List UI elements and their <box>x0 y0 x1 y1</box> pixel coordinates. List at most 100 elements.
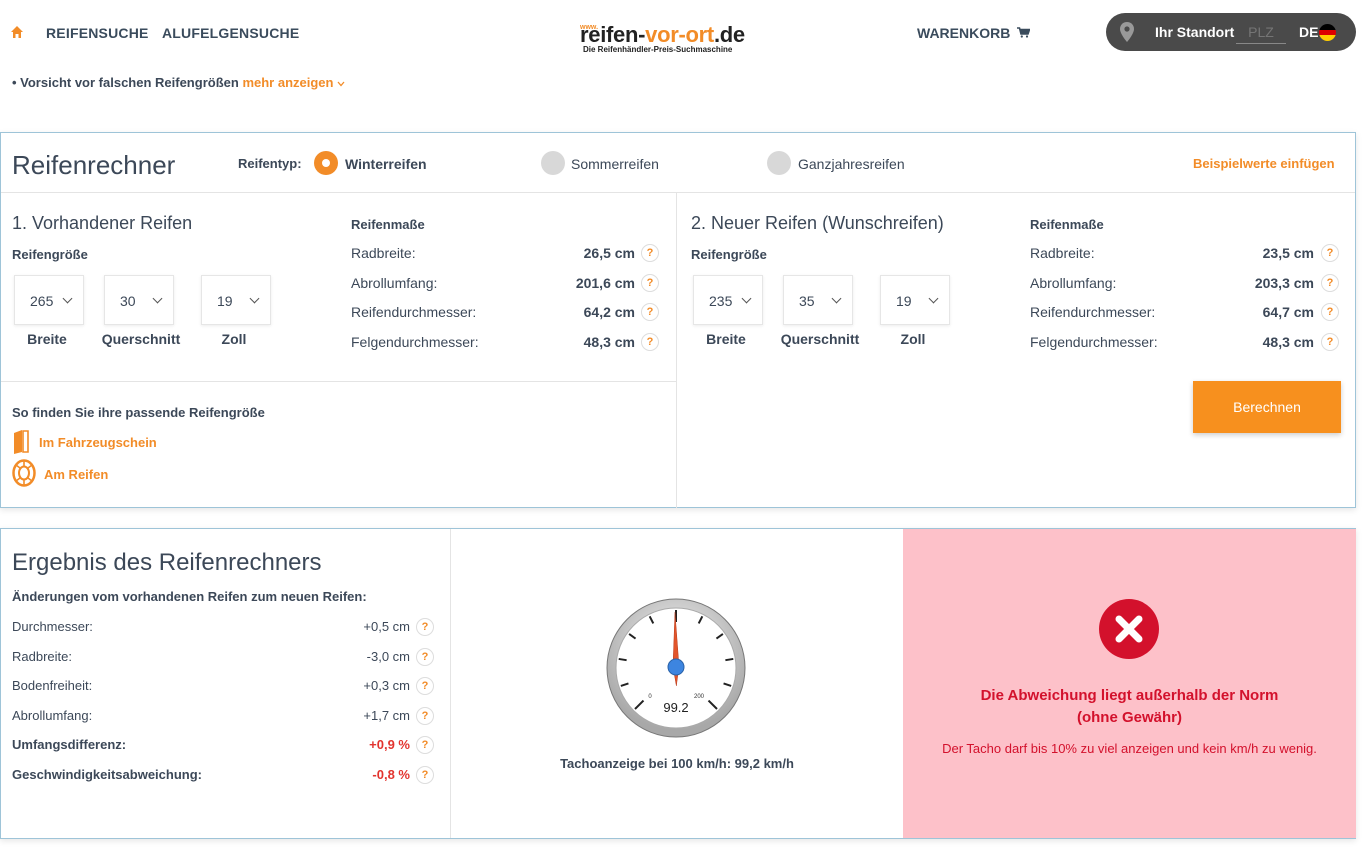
howto-title: So finden Sie ihre passende Reifengröße <box>12 405 265 420</box>
help-icon[interactable]: ? <box>641 244 659 262</box>
help-icon[interactable]: ? <box>1321 244 1339 262</box>
link-vehicle-registration[interactable]: Im Fahrzeugschein <box>39 435 157 450</box>
nav-link-reifensuche[interactable]: REIFENSUCHE <box>46 25 149 41</box>
old-width-select[interactable]: 265 <box>14 275 84 325</box>
radio-label-winter[interactable]: Winterreifen <box>345 156 427 172</box>
result-card: Ergebnis des Reifenrechners Änderungen v… <box>0 528 1356 839</box>
radio-winter[interactable] <box>314 151 338 175</box>
old-tire-title: 1. Vorhandener Reifen <box>12 213 193 233</box>
top-navigation: REIFENSUCHE ALUFELGENSUCHE reifen-vor-or… <box>0 0 1369 64</box>
help-icon[interactable]: ? <box>641 303 659 321</box>
site-logo[interactable]: reifen-vor-ort.de www. Die Reifenhändler… <box>580 22 780 58</box>
warning-text: • Vorsicht vor falschen Reifengrößen <box>12 75 239 90</box>
result-row-label: Radbreite: <box>12 648 72 664</box>
tire-calculator-card: Reifenrechner Reifentyp: Winterreifen So… <box>0 132 1356 508</box>
tire-icon <box>12 459 36 487</box>
measure-value: 64,2 cm <box>583 304 635 320</box>
chevron-down-icon <box>249 293 260 304</box>
old-profile-label: Querschnitt <box>101 331 181 347</box>
divider <box>450 529 451 838</box>
location-label: Ihr Standort <box>1155 24 1235 40</box>
location-pin-icon <box>1120 22 1134 42</box>
radio-label-allseason[interactable]: Ganzjahresreifen <box>798 156 905 172</box>
measure-label: Felgendurchmesser: <box>1030 333 1158 350</box>
measure-label: Radbreite: <box>1030 245 1095 261</box>
language-label[interactable]: DE <box>1299 24 1318 40</box>
speedometer-gauge: 0 200 99.2 <box>606 598 746 738</box>
cart-link[interactable]: WARENKORB <box>917 25 1031 41</box>
result-row-label: Bodenfreiheit: <box>12 678 93 693</box>
new-width-select[interactable]: 235 <box>693 275 763 325</box>
gauge-tick <box>618 657 627 662</box>
measure-value: 48,3 cm <box>1262 333 1314 350</box>
help-icon[interactable]: ? <box>641 332 659 351</box>
help-icon[interactable]: ? <box>416 706 434 725</box>
result-subtitle: Änderungen vom vorhandenen Reifen zum ne… <box>12 589 367 604</box>
help-icon[interactable]: ? <box>416 677 434 695</box>
tire-type-label: Reifentyp: <box>238 156 302 171</box>
sample-values-link[interactable]: Beispielwerte einfügen <box>1193 156 1335 171</box>
calculate-button[interactable]: Berechnen <box>1193 381 1341 433</box>
result-row-label: Umfangsdifferenz: <box>12 737 127 752</box>
result-row-label: Durchmesser: <box>12 619 93 634</box>
error-text: Der Tacho darf bis 10% zu viel anzeigen … <box>942 741 1317 756</box>
tacho-text: Tachoanzeige bei 100 km/h: 99,2 km/h <box>560 756 794 771</box>
old-width-label: Breite <box>27 331 67 347</box>
help-icon[interactable]: ? <box>416 647 434 666</box>
logo-wordmark: reifen-vor-ort.de <box>580 22 745 47</box>
old-measures-title: Reifenmaße <box>351 217 425 232</box>
result-row-value: +1,7 cm <box>363 707 410 723</box>
radio-summer[interactable] <box>541 151 565 175</box>
new-tire-size-label: Reifengröße <box>691 247 767 262</box>
help-icon[interactable]: ? <box>1321 273 1339 292</box>
chevron-down-icon <box>928 293 939 304</box>
german-flag-icon[interactable] <box>1319 24 1336 41</box>
measure-value: 201,6 cm <box>575 274 635 291</box>
help-icon[interactable]: ? <box>641 273 659 292</box>
old-profile-select[interactable]: 30 <box>104 275 174 325</box>
help-icon[interactable]: ? <box>1321 303 1339 321</box>
chevron-down-icon <box>62 293 73 304</box>
help-icon[interactable]: ? <box>416 736 434 754</box>
tire-size-warning: • Vorsicht vor falschen Reifengrößen meh… <box>12 75 345 90</box>
new-profile-label: Querschnitt <box>780 331 860 347</box>
radio-label-summer[interactable]: Sommerreifen <box>571 156 659 172</box>
result-row-value: +0,5 cm <box>363 619 410 634</box>
help-icon[interactable]: ? <box>416 618 434 636</box>
new-rim-select[interactable]: 19 <box>880 275 950 325</box>
calculator-title: Reifenrechner <box>12 150 176 180</box>
chevron-down-icon <box>831 293 842 304</box>
chevron-down-icon <box>152 293 163 304</box>
divider <box>1 192 1355 193</box>
measure-label: Radbreite: <box>351 245 416 261</box>
radio-allseason[interactable] <box>767 151 791 175</box>
plz-input[interactable] <box>1236 20 1286 44</box>
nav-link-alufelgensuche[interactable]: ALUFELGENSUCHE <box>162 25 299 41</box>
result-title: Ergebnis des Reifenrechners <box>12 549 322 576</box>
old-rim-select[interactable]: 19 <box>201 275 271 325</box>
divider <box>676 193 677 508</box>
measure-value: 26,5 cm <box>583 245 635 261</box>
link-on-tire[interactable]: Am Reifen <box>44 467 108 482</box>
gauge-hub <box>667 658 685 676</box>
chevron-down-icon <box>337 81 345 87</box>
new-width-label: Breite <box>706 331 746 347</box>
measure-label: Reifendurchmesser: <box>351 304 477 320</box>
new-profile-select[interactable]: 35 <box>783 275 853 325</box>
cart-icon <box>1017 27 1031 38</box>
measure-value: 203,3 cm <box>1254 274 1314 291</box>
help-icon[interactable]: ? <box>416 765 434 784</box>
new-tire-title: 2. Neuer Reifen (Wunschreifen) <box>691 213 944 233</box>
measure-label: Felgendurchmesser: <box>351 333 479 350</box>
result-row-value: +0,3 cm <box>363 678 410 693</box>
help-icon[interactable]: ? <box>1321 332 1339 351</box>
home-icon[interactable] <box>10 25 24 39</box>
error-panel: Die Abweichung liegt außerhalb der Norm(… <box>903 529 1356 838</box>
registration-document-icon <box>14 430 29 454</box>
old-tire-size-label: Reifengröße <box>12 247 88 262</box>
result-row-label: Geschwindigkeitsabweichung: <box>12 766 202 782</box>
measure-value: 64,7 cm <box>1262 304 1314 320</box>
new-rim-label: Zoll <box>900 331 926 347</box>
show-more-link[interactable]: mehr anzeigen <box>242 75 345 90</box>
new-measures-title: Reifenmaße <box>1030 217 1104 232</box>
